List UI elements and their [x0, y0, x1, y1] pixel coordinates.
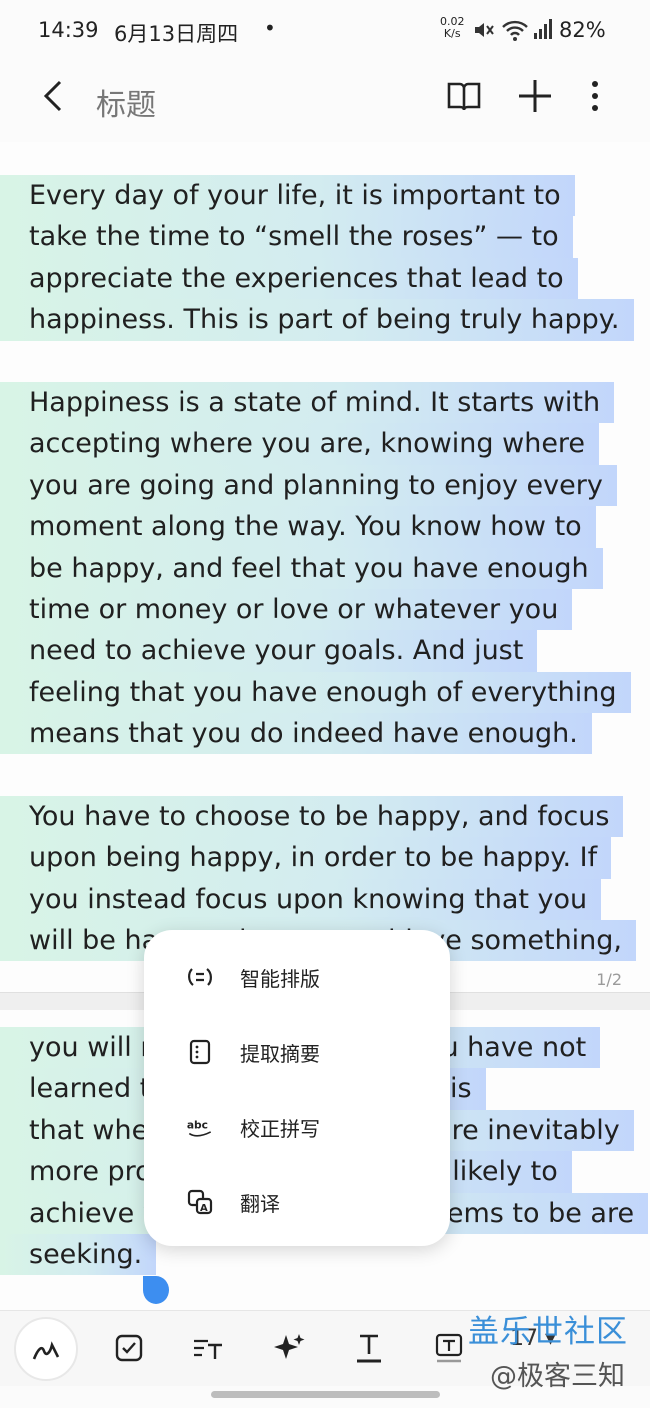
net-speed-unit: K/s — [443, 27, 461, 40]
svg-text:A: A — [200, 1203, 208, 1214]
text-line-content[interactable]: happiness. This is part of being truly h… — [0, 299, 634, 341]
text-line-content[interactable]: take the time to “smell the roses” — to — [0, 216, 573, 258]
wifi-icon — [501, 18, 529, 47]
status-date: 6月13日周四 — [114, 22, 239, 46]
text-line-content[interactable]: you instead focus upon knowing that you — [0, 878, 602, 921]
text-line[interactable]: you are going and planning to enjoy ever… — [0, 464, 640, 507]
text-line-content[interactable]: means that you do indeed have enough. — [0, 713, 592, 755]
app-bar: 标题 — [0, 62, 650, 143]
menu-item-spell-check[interactable]: abc 校正拼写 — [144, 1090, 450, 1164]
page-indicator: 1/2 — [596, 970, 622, 989]
text-line-content[interactable]: You have to choose to be happy, and focu… — [0, 795, 624, 838]
text-line[interactable] — [0, 754, 640, 795]
text-line[interactable]: means that you do indeed have enough. — [0, 713, 640, 755]
battery-level: 82% — [559, 18, 606, 42]
net-speed: 0.02 K/s — [440, 16, 465, 40]
text-line-content[interactable]: seeking. — [0, 1233, 157, 1276]
text-line-content[interactable]: Happiness is a state of mind. It starts … — [0, 381, 615, 424]
note-page-1[interactable]: Every day of your life, it is important … — [0, 142, 650, 992]
spell-check-icon: abc — [186, 1113, 214, 1141]
home-indicator[interactable] — [211, 1391, 440, 1398]
ai-sparkle-icon[interactable] — [264, 1323, 314, 1373]
book-icon[interactable] — [444, 76, 484, 116]
text-line[interactable]: happiness. This is part of being truly h… — [0, 299, 640, 341]
text-line[interactable]: be happy, and feel that you have enough — [0, 547, 640, 589]
text-line[interactable] — [0, 341, 640, 382]
ai-context-menu: 智能排版 提取摘要 abc 校正拼写 A 翻译 — [144, 930, 450, 1246]
menu-item-summary[interactable]: 提取摘要 — [144, 1015, 450, 1089]
menu-item-label: 提取摘要 — [240, 1041, 320, 1066]
more-icon[interactable] — [578, 76, 618, 116]
text-line-content[interactable]: accepting where you are, knowing where — [0, 423, 600, 465]
text-line[interactable]: need to achieve your goals. And just — [0, 630, 640, 672]
text-line[interactable]: accepting where you are, knowing where — [0, 423, 640, 465]
text-box-icon[interactable] — [424, 1323, 474, 1373]
text-line[interactable]: appreciate the experiences that lead to — [0, 257, 640, 300]
menu-item-translate[interactable]: A 翻译 — [144, 1165, 450, 1239]
watermark-author: @极客三知 — [490, 1361, 625, 1392]
selection-handle[interactable] — [143, 1276, 169, 1304]
text-line-content[interactable]: Every day of your life, it is important … — [0, 175, 575, 217]
text-line[interactable]: feeling that you have enough of everythi… — [0, 671, 640, 714]
text-line[interactable]: Every day of your life, it is important … — [0, 175, 640, 217]
text-color-icon[interactable] — [344, 1323, 394, 1373]
text-line-content[interactable]: time or money or love or whatever you — [0, 588, 573, 631]
text-line-content[interactable]: need to achieve your goals. And just — [0, 630, 538, 672]
text-line[interactable]: upon being happy, in order to be happy. … — [0, 837, 640, 879]
checkbox-icon[interactable] — [104, 1323, 154, 1373]
menu-item-label: 智能排版 — [240, 966, 320, 991]
note-title[interactable]: 标题 — [96, 80, 156, 124]
menu-item-label: 翻译 — [240, 1191, 280, 1216]
mute-icon — [472, 18, 496, 47]
summary-icon — [186, 1038, 214, 1066]
menu-item-smart-layout[interactable]: 智能排版 — [144, 940, 450, 1014]
text-line-content[interactable]: appreciate the experiences that lead to — [0, 257, 578, 300]
text-line-content[interactable]: be happy, and feel that you have enough — [0, 547, 603, 589]
text-line[interactable]: time or money or love or whatever you — [0, 588, 640, 631]
smart-layout-icon — [186, 963, 214, 991]
text-line[interactable]: take the time to “smell the roses” — to — [0, 216, 640, 258]
text-line[interactable]: You have to choose to be happy, and focu… — [0, 795, 640, 838]
status-time: 14:39 — [38, 18, 99, 42]
text-style-icon[interactable] — [184, 1323, 234, 1373]
text-line-content[interactable]: moment along the way. You know how to — [0, 506, 596, 548]
text-line[interactable]: you instead focus upon knowing that you — [0, 878, 640, 921]
signal-icon — [533, 18, 555, 45]
back-icon[interactable] — [36, 76, 76, 116]
status-dot: • — [264, 16, 276, 40]
text-line[interactable]: Happiness is a state of mind. It starts … — [0, 381, 640, 424]
text-line-content[interactable]: upon being happy, in order to be happy. … — [0, 837, 612, 879]
pen-icon[interactable] — [14, 1317, 78, 1381]
menu-item-label: 校正拼写 — [240, 1116, 320, 1141]
text-line-content[interactable]: feeling that you have enough of everythi… — [0, 671, 631, 714]
translate-icon: A — [186, 1188, 214, 1216]
watermark-community: 盖乐世社区 — [468, 1314, 628, 1350]
text-line[interactable]: moment along the way. You know how to — [0, 506, 640, 548]
svg-text:abc: abc — [187, 1119, 208, 1132]
text-line-content[interactable]: you are going and planning to enjoy ever… — [0, 464, 617, 507]
note-body-page-1[interactable]: Every day of your life, it is important … — [0, 175, 640, 962]
add-icon[interactable] — [515, 76, 555, 116]
status-bar: 14:39 6月13日周四 • 0.02 K/s 82% — [0, 0, 650, 62]
